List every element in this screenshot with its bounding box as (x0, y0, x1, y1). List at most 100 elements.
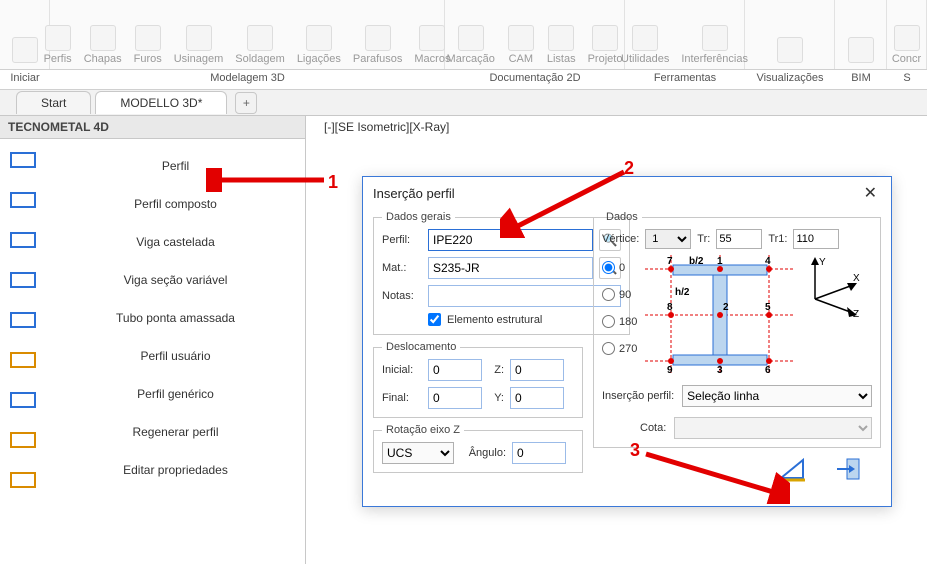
sidebar-item[interactable]: Viga seção variável (46, 261, 305, 299)
insercao-perfil-select[interactable]: Seleção linha (682, 385, 872, 407)
ribbon-icon (90, 25, 116, 51)
side-item-icon (6, 305, 40, 335)
legend-deslocamento: Deslocamento (382, 341, 460, 353)
svg-text:5: 5 (765, 302, 771, 313)
sidebar-item[interactable]: Perfil (46, 147, 305, 185)
svg-text:8: 8 (667, 302, 673, 313)
svg-text:Z: Z (853, 309, 859, 319)
ribbon-tab[interactable]: Iniciar (0, 70, 50, 89)
ribbon-tab[interactable]: Modelagem 3D (50, 70, 445, 89)
ribbon-tab[interactable]: BIM (835, 70, 887, 89)
sidebar-item[interactable]: Viga castelada (46, 223, 305, 261)
ribbon-tabs: IniciarModelagem 3DDocumentação 2DFerram… (0, 70, 927, 90)
ribbon-icon (458, 25, 484, 51)
ribbon-item[interactable]: Soldagem (229, 23, 291, 67)
tab-modello-3d[interactable]: MODELLO 3D* (95, 91, 227, 114)
rotation-radio[interactable] (602, 342, 615, 355)
rotation-option[interactable]: 180 (602, 315, 637, 328)
profile-preview-icon: 7 1 4 8 2 5 9 3 6 b/2 h/2 (645, 255, 795, 375)
rotation-label: 180 (619, 316, 637, 328)
rotation-radio[interactable] (602, 261, 615, 274)
z-input[interactable] (510, 359, 564, 381)
tab-start[interactable]: Start (16, 91, 91, 114)
insercao-perfil-label: Inserção perfil: (602, 390, 674, 402)
svg-text:X: X (853, 273, 860, 284)
ribbon-icon (186, 25, 212, 51)
ribbon-item[interactable] (841, 35, 881, 67)
inicial-label: Inicial: (382, 364, 422, 376)
sidebar-item[interactable]: Tubo ponta amassada (46, 299, 305, 337)
ribbon-item[interactable]: Usinagem (168, 23, 230, 67)
close-icon[interactable]: ✕ (860, 183, 881, 203)
ribbon-item-label: Utilidades (621, 53, 669, 65)
ribbon-item[interactable]: Ligações (291, 23, 347, 67)
exit-button[interactable] (833, 454, 867, 484)
ribbon-item[interactable]: Furos (128, 23, 168, 67)
ribbon-icon (135, 25, 161, 51)
ribbon-item-label: CAM (509, 53, 533, 65)
ribbon: PerfisChapasFurosUsinagem Soldagem Ligaçõe… (0, 0, 927, 70)
ribbon-item-label: Ligações (297, 53, 341, 65)
rotation-radio[interactable] (602, 288, 615, 301)
ribbon-item[interactable]: Marcação (441, 23, 501, 67)
rotation-option[interactable]: 270 (602, 342, 637, 355)
annotation-2: 2 (624, 158, 634, 179)
side-panel-title: TECNOMETAL 4D (0, 116, 305, 139)
sidebar-item[interactable]: Perfil composto (46, 185, 305, 223)
ribbon-item[interactable]: Chapas (78, 23, 128, 67)
ribbon-tab[interactable]: S (887, 70, 927, 89)
tr1-input[interactable] (793, 229, 839, 249)
ribbon-item-label: Listas (547, 53, 576, 65)
ribbon-icon (632, 25, 658, 51)
side-item-icon (6, 425, 40, 455)
inicial-input[interactable] (428, 359, 482, 381)
y-input[interactable] (510, 387, 564, 409)
elemento-estrutural-checkbox[interactable] (428, 313, 441, 326)
rotation-option[interactable]: 0 (602, 261, 637, 274)
angulo-input[interactable] (512, 442, 566, 464)
ribbon-icon (548, 25, 574, 51)
final-input[interactable] (428, 387, 482, 409)
ribbon-item[interactable]: Perfis (38, 23, 78, 67)
mat-input[interactable] (428, 257, 593, 279)
ribbon-tab[interactable]: Documentação 2D (445, 70, 625, 89)
rotacao-sys-select[interactable]: UCS (382, 442, 454, 464)
legend-dados: Dados (602, 211, 642, 223)
ribbon-icon (12, 37, 38, 63)
ribbon-item[interactable]: Listas (541, 23, 582, 67)
ribbon-item-label: Soldagem (235, 53, 285, 65)
side-item-icon (6, 185, 40, 215)
ribbon-item[interactable] (770, 35, 810, 67)
y-label: Y: (488, 392, 504, 404)
sidebar-item[interactable]: Perfil usuário (46, 337, 305, 375)
ribbon-item-label: Concr (892, 53, 921, 65)
sidebar-item[interactable]: Regenerar perfil (46, 413, 305, 451)
confirm-button[interactable] (775, 454, 809, 484)
group-dados-gerais: Dados gerais Perfil: 🔍 Mat.: 🔍 Notas: (373, 211, 630, 335)
legend-rotacao: Rotação eixo Z (382, 424, 464, 436)
tr-input[interactable] (716, 229, 762, 249)
viewport-mode-label: [-][SE Isometric][X-Ray] (324, 120, 449, 134)
ribbon-tab[interactable]: Visualizações (745, 70, 835, 89)
cota-select[interactable] (674, 417, 872, 439)
svg-text:3: 3 (717, 365, 723, 375)
perfil-input[interactable] (428, 229, 593, 251)
ribbon-item[interactable]: Concr (886, 23, 927, 67)
sidebar-item[interactable]: Editar propriedades (46, 451, 305, 489)
ribbon-item[interactable]: Utilidades (615, 23, 675, 67)
svg-text:6: 6 (765, 365, 771, 375)
rotation-radio[interactable] (602, 315, 615, 328)
rotation-option[interactable]: 90 (602, 288, 637, 301)
tab-add[interactable]: + (235, 92, 257, 114)
ribbon-item[interactable]: CAM (501, 23, 541, 67)
ribbon-item[interactable]: Parafusos (347, 23, 409, 67)
z-label: Z: (488, 364, 504, 376)
group-deslocamento: Deslocamento Inicial: Z: Final: Y: (373, 341, 583, 418)
sidebar-item[interactable]: Perfil genérico (46, 375, 305, 413)
ribbon-item[interactable]: Interferências (675, 23, 754, 67)
vertice-select[interactable]: 1 (645, 229, 691, 249)
annotation-3: 3 (630, 440, 640, 461)
ribbon-tab[interactable]: Ferramentas (625, 70, 745, 89)
cota-label: Cota: (640, 422, 666, 434)
perfil-label: Perfil: (382, 234, 422, 246)
